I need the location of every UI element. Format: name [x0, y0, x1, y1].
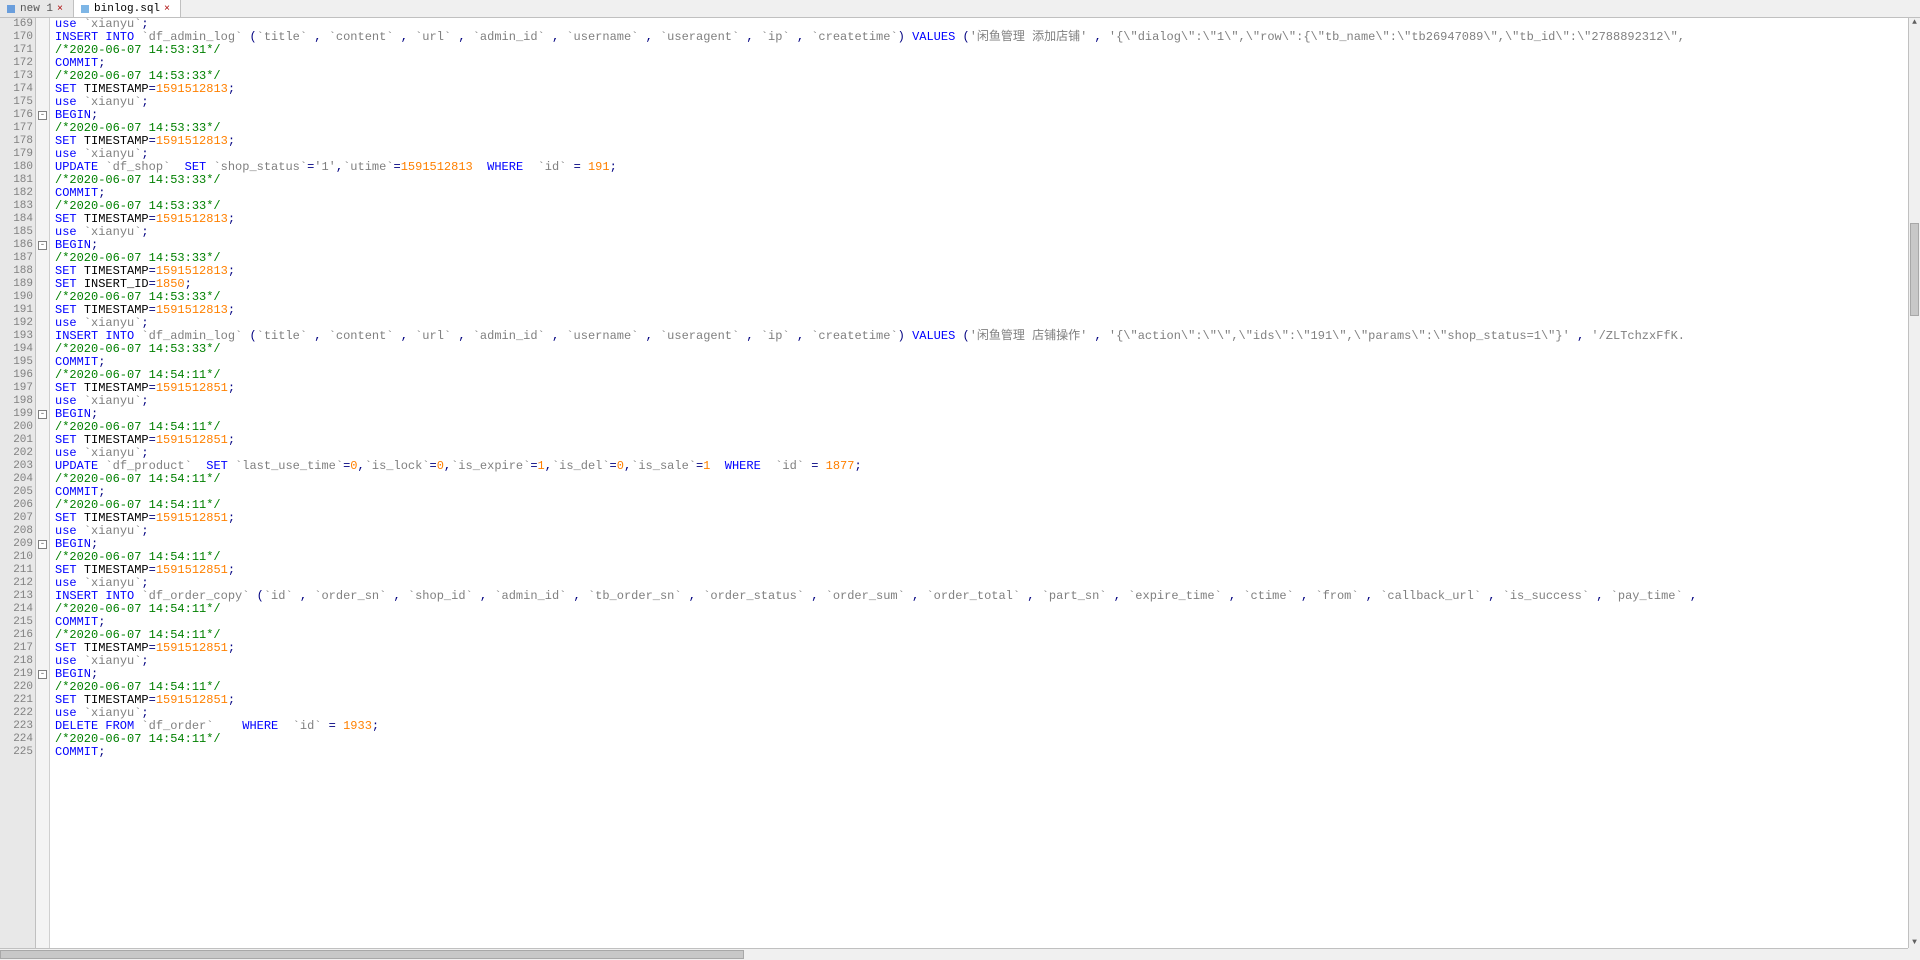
- file-icon: [6, 4, 16, 14]
- code-line[interactable]: /*2020-06-07 14:54:11*/: [50, 369, 1908, 382]
- code-line[interactable]: BEGIN;: [50, 538, 1908, 551]
- fold-toggle[interactable]: -: [38, 111, 47, 120]
- scroll-down-icon[interactable]: ▼: [1909, 938, 1920, 948]
- code-line[interactable]: use `xianyu`;: [50, 226, 1908, 239]
- code-line[interactable]: SET TIMESTAMP=1591512851;: [50, 512, 1908, 525]
- code-line[interactable]: /*2020-06-07 14:53:33*/: [50, 200, 1908, 213]
- code-line[interactable]: /*2020-06-07 14:54:11*/: [50, 499, 1908, 512]
- code-line[interactable]: /*2020-06-07 14:54:11*/: [50, 603, 1908, 616]
- code-line[interactable]: COMMIT;: [50, 356, 1908, 369]
- code-line[interactable]: SET TIMESTAMP=1591512851;: [50, 694, 1908, 707]
- code-line[interactable]: DELETE FROM `df_order` WHERE `id` = 1933…: [50, 720, 1908, 733]
- code-line[interactable]: SET TIMESTAMP=1591512813;: [50, 213, 1908, 226]
- code-line[interactable]: BEGIN;: [50, 668, 1908, 681]
- code-line[interactable]: /*2020-06-07 14:53:33*/: [50, 70, 1908, 83]
- close-icon[interactable]: ×: [57, 4, 67, 14]
- code-editor[interactable]: 1691701711721731741751761771781791801811…: [0, 18, 1908, 948]
- fold-toggle[interactable]: -: [38, 670, 47, 679]
- code-line[interactable]: /*2020-06-07 14:54:11*/: [50, 473, 1908, 486]
- code-line[interactable]: BEGIN;: [50, 109, 1908, 122]
- fold-toggle[interactable]: -: [38, 241, 47, 250]
- code-line[interactable]: UPDATE `df_product` SET `last_use_time`=…: [50, 460, 1908, 473]
- code-line[interactable]: INSERT INTO `df_admin_log` (`title` , `c…: [50, 31, 1908, 44]
- code-line[interactable]: /*2020-06-07 14:53:33*/: [50, 252, 1908, 265]
- fold-toggle[interactable]: -: [38, 410, 47, 419]
- code-line[interactable]: BEGIN;: [50, 408, 1908, 421]
- code-line[interactable]: /*2020-06-07 14:53:33*/: [50, 174, 1908, 187]
- tab-bar: new 1 × binlog.sql ×: [0, 0, 1920, 18]
- fold-toggle[interactable]: -: [38, 540, 47, 549]
- code-line[interactable]: SET TIMESTAMP=1591512851;: [50, 434, 1908, 447]
- code-line[interactable]: UPDATE `df_shop` SET `shop_status`='1',`…: [50, 161, 1908, 174]
- line-number-gutter: 1691701711721731741751761771781791801811…: [0, 18, 36, 948]
- code-line[interactable]: /*2020-06-07 14:54:11*/: [50, 629, 1908, 642]
- horizontal-scroll-thumb[interactable]: [0, 950, 744, 959]
- code-line[interactable]: BEGIN;: [50, 239, 1908, 252]
- code-line[interactable]: /*2020-06-07 14:54:11*/: [50, 421, 1908, 434]
- code-line[interactable]: /*2020-06-07 14:53:31*/: [50, 44, 1908, 57]
- code-line[interactable]: SET TIMESTAMP=1591512851;: [50, 642, 1908, 655]
- code-line[interactable]: /*2020-06-07 14:54:11*/: [50, 681, 1908, 694]
- code-line[interactable]: SET TIMESTAMP=1591512813;: [50, 265, 1908, 278]
- code-line[interactable]: SET TIMESTAMP=1591512813;: [50, 83, 1908, 96]
- close-icon[interactable]: ×: [164, 4, 174, 14]
- code-line[interactable]: INSERT INTO `df_admin_log` (`title` , `c…: [50, 330, 1908, 343]
- horizontal-scrollbar[interactable]: [0, 948, 1908, 960]
- code-line[interactable]: /*2020-06-07 14:53:33*/: [50, 343, 1908, 356]
- code-line[interactable]: SET TIMESTAMP=1591512813;: [50, 135, 1908, 148]
- vertical-scrollbar[interactable]: ▲ ▼: [1908, 18, 1920, 948]
- code-content[interactable]: use `xianyu`; INSERT INTO `df_admin_log` …: [50, 18, 1908, 948]
- code-line[interactable]: COMMIT;: [50, 486, 1908, 499]
- code-line[interactable]: use `xianyu`;: [50, 525, 1908, 538]
- code-line[interactable]: INSERT INTO `df_order_copy` (`id` , `ord…: [50, 590, 1908, 603]
- code-line[interactable]: /*2020-06-07 14:54:11*/: [50, 551, 1908, 564]
- fold-column: - - - - -: [36, 18, 50, 948]
- vertical-scroll-thumb[interactable]: [1910, 223, 1919, 316]
- code-line[interactable]: use `xianyu`;: [50, 96, 1908, 109]
- code-line[interactable]: SET TIMESTAMP=1591512851;: [50, 564, 1908, 577]
- code-line[interactable]: SET TIMESTAMP=1591512813;: [50, 304, 1908, 317]
- code-line[interactable]: COMMIT;: [50, 57, 1908, 70]
- code-line[interactable]: COMMIT;: [50, 187, 1908, 200]
- code-line[interactable]: /*2020-06-07 14:54:11*/: [50, 733, 1908, 746]
- code-line[interactable]: SET INSERT_ID=1850;: [50, 278, 1908, 291]
- tab-new-1[interactable]: new 1 ×: [0, 0, 74, 17]
- code-line[interactable]: COMMIT;: [50, 746, 1908, 759]
- code-line[interactable]: /*2020-06-07 14:53:33*/: [50, 291, 1908, 304]
- code-line[interactable]: COMMIT;: [50, 616, 1908, 629]
- code-line[interactable]: /*2020-06-07 14:53:33*/: [50, 122, 1908, 135]
- code-line[interactable]: SET TIMESTAMP=1591512851;: [50, 382, 1908, 395]
- tab-label: binlog.sql: [94, 3, 160, 15]
- tab-binlog-sql[interactable]: binlog.sql ×: [74, 0, 181, 17]
- code-line[interactable]: use `xianyu`;: [50, 655, 1908, 668]
- scroll-up-icon[interactable]: ▲: [1909, 18, 1920, 28]
- tab-label: new 1: [20, 3, 53, 15]
- scroll-corner: [1908, 948, 1920, 960]
- file-icon: [80, 4, 90, 14]
- code-line[interactable]: use `xianyu`;: [50, 395, 1908, 408]
